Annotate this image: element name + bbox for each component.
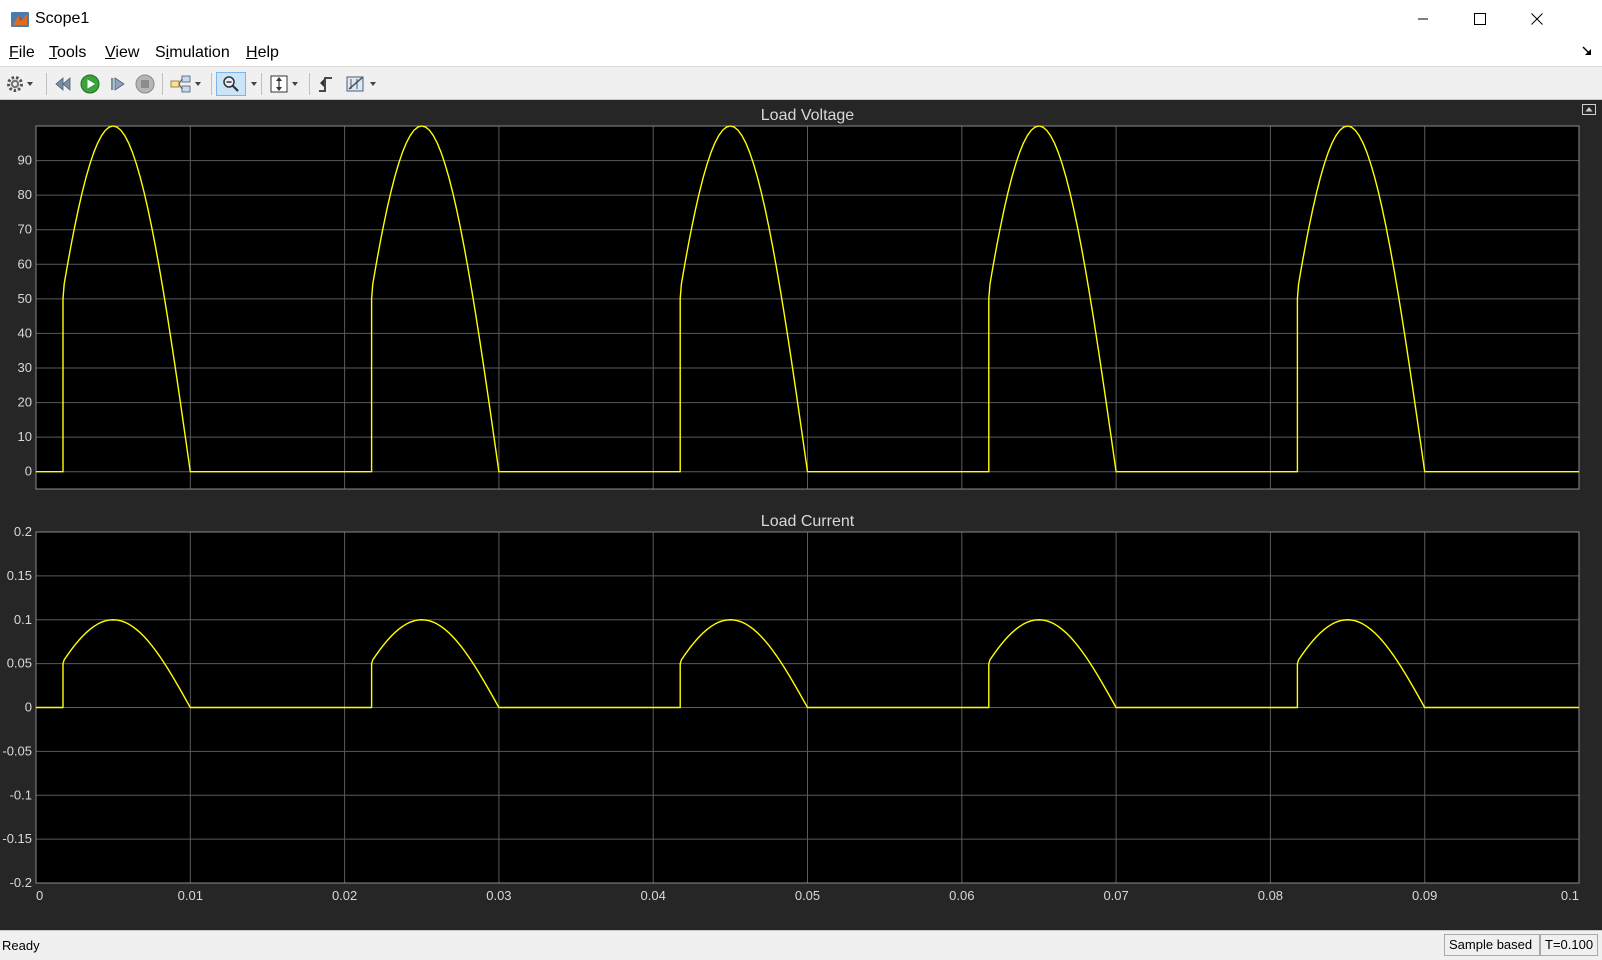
step-back-icon: [55, 77, 71, 91]
plot-title: Load Current: [761, 513, 855, 530]
zoom-dropdown-chevron-icon[interactable]: [251, 82, 257, 86]
toolbar-separator: [309, 73, 310, 95]
status-bar: Ready Sample based T=0.100: [0, 930, 1602, 960]
y-tick-label: 0.1: [14, 612, 32, 627]
matlab-logo-icon: [11, 12, 29, 27]
y-tick-label: 0.05: [7, 656, 32, 671]
y-tick-label: 30: [18, 360, 32, 375]
minimize-button[interactable]: [1400, 4, 1446, 34]
menu-help-label: elp: [257, 44, 279, 61]
y-tick-label: 50: [18, 291, 32, 306]
y-tick-label: -0.15: [2, 831, 32, 846]
chevron-down-icon: [370, 82, 376, 86]
menu-tools-mnemonic: T: [49, 44, 57, 61]
toolbar-separator: [46, 73, 47, 95]
x-tick-label: 0.09: [1412, 888, 1437, 903]
menu-view[interactable]: View: [105, 43, 139, 63]
menu-tools[interactable]: Tools: [49, 43, 86, 63]
dock-arrow-icon[interactable]: [1580, 44, 1594, 58]
y-tick-label: -0.05: [2, 743, 32, 758]
highlight-block-icon: [170, 75, 191, 93]
y-tick-label: 0.2: [14, 524, 32, 539]
menu-simulation[interactable]: Simulation: [155, 43, 230, 63]
scale-axes-button[interactable]: [269, 72, 298, 96]
toolbar-separator: [162, 73, 163, 95]
zoom-icon: [223, 76, 239, 92]
y-tick-label: -0.1: [10, 787, 32, 802]
y-tick-label: 60: [18, 256, 32, 271]
x-tick-label: 0.01: [178, 888, 203, 903]
configuration-button[interactable]: [6, 72, 33, 96]
menu-file-mnemonic: F: [9, 44, 19, 61]
menu-simulation-prefix: S: [155, 44, 166, 61]
maximize-button[interactable]: [1457, 4, 1503, 34]
run-icon: [80, 74, 100, 94]
simulation-time-indicator: T=0.100: [1540, 934, 1598, 956]
menu-simulation-label: mulation: [169, 44, 230, 61]
menu-bar: File Tools View Simulation Help: [0, 38, 1602, 66]
stop-icon: [135, 74, 155, 94]
y-tick-label: 70: [18, 222, 32, 237]
menu-help[interactable]: Help: [246, 43, 279, 63]
x-tick-label: 0.08: [1258, 888, 1283, 903]
y-tick-label: 0: [25, 464, 32, 479]
x-tick-label: 0.04: [641, 888, 666, 903]
plot-title: Load Voltage: [761, 107, 855, 124]
cursor-measurements-button[interactable]: [345, 72, 376, 96]
x-tick-label: 0.05: [795, 888, 820, 903]
y-tick-label: 80: [18, 187, 32, 202]
step-back-button[interactable]: [53, 72, 73, 96]
maximize-icon: [1474, 13, 1486, 25]
x-tick-label: 0.06: [949, 888, 974, 903]
triggers-button[interactable]: [316, 72, 336, 96]
sample-mode-indicator: Sample based: [1444, 934, 1540, 956]
close-button[interactable]: [1514, 4, 1560, 34]
y-tick-label: 10: [18, 429, 32, 444]
y-tick-label: 0: [25, 700, 32, 715]
menu-file-label: ile: [18, 44, 35, 61]
chevron-down-icon: [195, 82, 201, 86]
y-tick-label: 0.15: [7, 568, 32, 583]
close-icon: [1531, 13, 1543, 25]
status-ready-text: Ready: [2, 938, 40, 953]
menu-view-mnemonic: V: [105, 44, 116, 61]
toolbar-separator: [261, 73, 262, 95]
y-tick-label: 40: [18, 325, 32, 340]
menu-file[interactable]: File: [9, 43, 35, 63]
triggers-icon: [319, 77, 332, 92]
x-tick-label: 0: [36, 888, 43, 903]
menu-view-label: iew: [115, 44, 140, 61]
x-tick-label: 0.03: [486, 888, 511, 903]
run-button[interactable]: [80, 72, 100, 96]
cursor-measurements-icon: [346, 76, 364, 92]
toolbar: [0, 66, 1602, 100]
chevron-down-icon: [292, 82, 298, 86]
toolbar-separator: [211, 73, 212, 95]
stop-button[interactable]: [135, 72, 155, 96]
x-tick-label: 0.02: [332, 888, 357, 903]
step-forward-icon: [111, 77, 125, 91]
scale-axes-icon: [270, 75, 288, 93]
menu-help-mnemonic: H: [246, 44, 258, 61]
x-tick-label: 0.1: [1561, 888, 1579, 903]
gear-icon: [7, 76, 23, 92]
y-tick-label: 20: [18, 395, 32, 410]
scope-plots[interactable]: Load Voltage 0 10 20 30 40 50 60 70 80 90 Load Curr…: [0, 100, 1602, 930]
y-tick-label: 90: [18, 153, 32, 168]
scope-display[interactable]: Load Voltage 0 10 20 30 40 50 60 70 80 90 Load Curr…: [0, 100, 1602, 930]
title-bar: Scope1: [0, 0, 1602, 38]
step-forward-button[interactable]: [108, 72, 128, 96]
minimize-icon: [1418, 18, 1428, 20]
y-tick-label: -0.2: [10, 875, 32, 890]
zoom-button[interactable]: [216, 72, 246, 96]
menu-tools-label: ools: [57, 44, 87, 61]
highlight-block-button[interactable]: [170, 72, 201, 96]
chevron-down-icon: [27, 82, 33, 86]
window-title: Scope1: [35, 10, 90, 27]
x-tick-label: 0.07: [1103, 888, 1128, 903]
